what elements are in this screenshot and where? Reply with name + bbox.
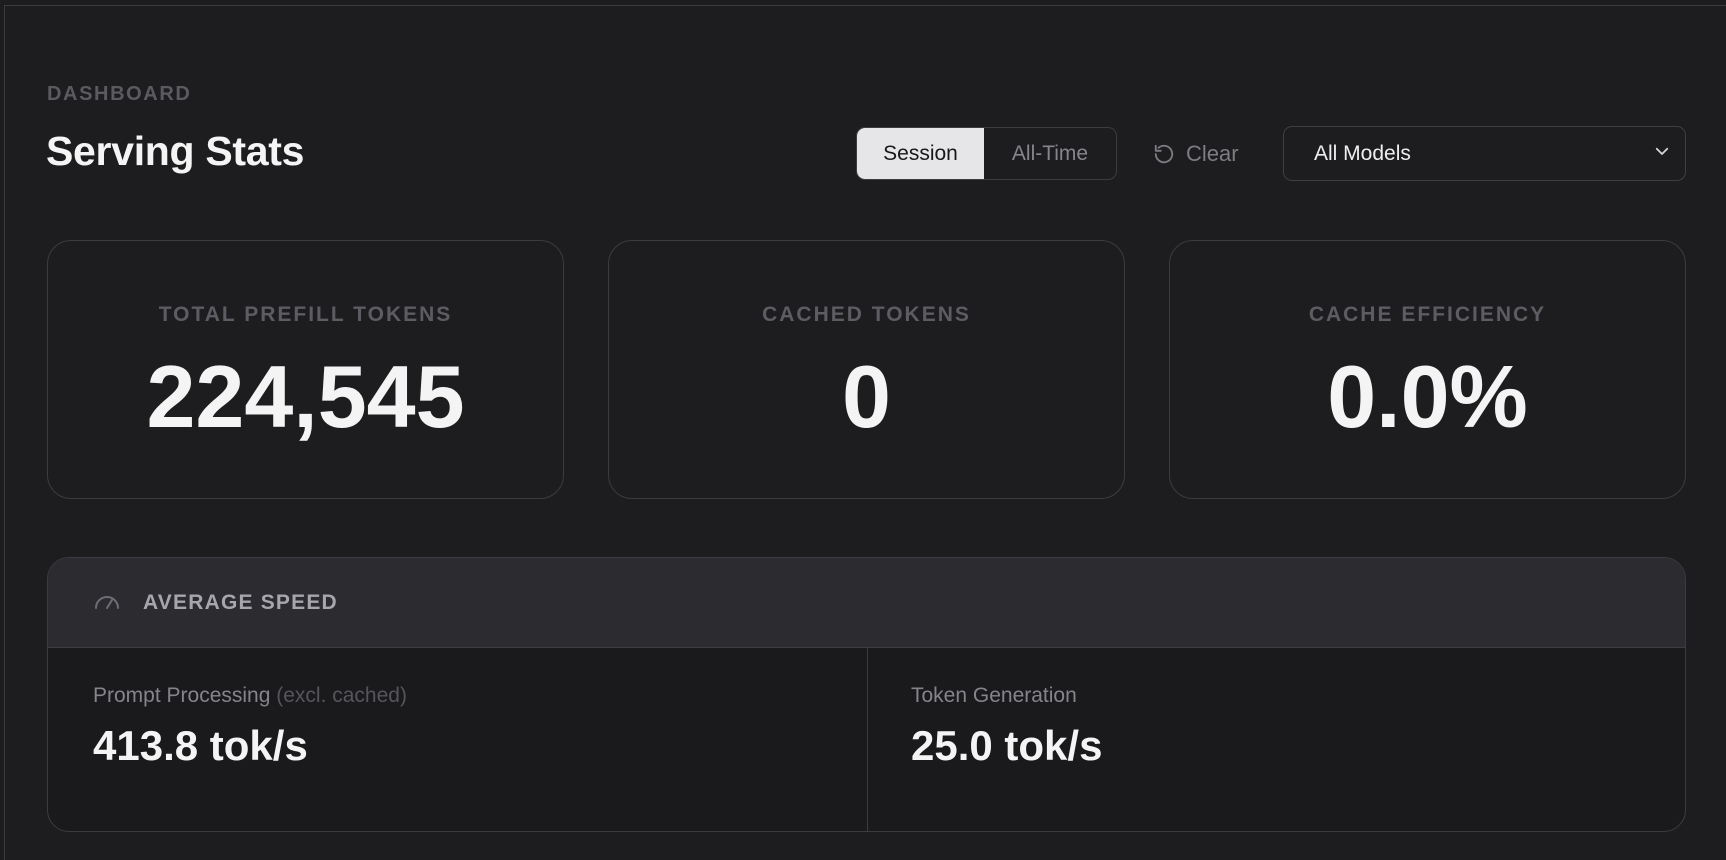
stat-card-total-prefill: TOTAL PREFILL TOKENS 224,545 (47, 240, 564, 499)
model-select-value: All Models (1314, 141, 1411, 165)
tab-session[interactable]: Session (857, 128, 984, 179)
metric-value: 25.0 tok/s (911, 722, 1103, 769)
section-eyebrow: DASHBOARD (47, 83, 192, 105)
metric-label: Prompt Processing (excl. cached) (93, 684, 407, 708)
model-select[interactable]: All Models (1283, 126, 1686, 181)
clear-label: Clear (1186, 141, 1239, 166)
clear-button[interactable]: Clear (1153, 135, 1239, 173)
gauge-icon (93, 588, 121, 617)
average-speed-header: AVERAGE SPEED (48, 558, 1685, 648)
metric-label-text: Token Generation (911, 684, 1077, 707)
rotate-ccw-icon (1153, 143, 1175, 165)
average-speed-title: AVERAGE SPEED (143, 590, 338, 614)
stat-value: 0.0% (1327, 347, 1528, 446)
chevron-down-icon (1653, 142, 1671, 166)
page-title: Serving Stats (46, 128, 305, 174)
metric-token-generation: Token Generation 25.0 tok/s (868, 648, 1685, 831)
stat-value: 0 (842, 347, 891, 446)
metric-label: Token Generation (911, 684, 1077, 708)
stat-card-cached-tokens: CACHED TOKENS 0 (608, 240, 1125, 499)
average-speed-body: Prompt Processing (excl. cached) 413.8 t… (48, 648, 1685, 831)
stat-label: TOTAL PREFILL TOKENS (158, 303, 453, 326)
tab-all-time[interactable]: All-Time (984, 128, 1116, 179)
average-speed-panel: AVERAGE SPEED Prompt Processing (excl. c… (47, 557, 1686, 832)
metric-label-note: (excl. cached) (276, 684, 407, 707)
metric-value: 413.8 tok/s (93, 722, 308, 769)
stat-card-cache-efficiency: CACHE EFFICIENCY 0.0% (1169, 240, 1686, 499)
stat-label: CACHE EFFICIENCY (1308, 303, 1547, 326)
stat-label: CACHED TOKENS (762, 303, 971, 326)
scope-toggle: Session All-Time (856, 127, 1117, 180)
stat-value: 224,545 (146, 347, 465, 446)
metric-label-text: Prompt Processing (93, 684, 271, 707)
metric-prompt-processing: Prompt Processing (excl. cached) 413.8 t… (48, 648, 868, 831)
